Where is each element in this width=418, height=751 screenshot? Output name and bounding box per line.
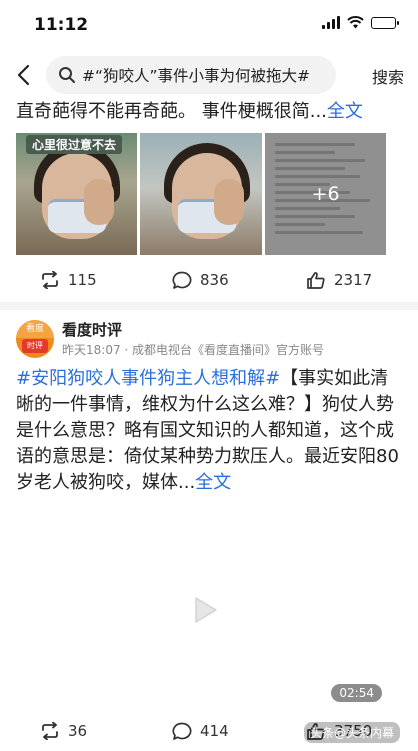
expand-link[interactable]: 全文 (195, 472, 231, 493)
like-button[interactable]: 2317 (306, 271, 372, 290)
post-divider (0, 302, 418, 310)
post-actions: 115 836 2317 (0, 265, 418, 295)
repost-icon (42, 722, 58, 740)
search-icon (59, 67, 75, 83)
status-icons (322, 16, 399, 29)
repost-button[interactable]: 36 (40, 722, 87, 740)
image-gallery: 心里很过意不去 +6 (16, 133, 386, 255)
comment-icon (172, 271, 192, 289)
repost-button[interactable]: 115 (40, 271, 97, 289)
image-caption: 心里很过意不去 (26, 135, 123, 154)
thumbnail-image[interactable]: 心里很过意不去 (16, 133, 138, 255)
wifi-icon (347, 16, 364, 29)
signal-icon (322, 16, 340, 29)
repost-count: 115 (68, 271, 97, 289)
more-images-overlay: +6 (264, 133, 386, 255)
repost-icon (42, 271, 58, 289)
battery-icon (371, 16, 399, 29)
expand-link[interactable]: 全文 (327, 101, 363, 122)
repost-count: 36 (68, 722, 88, 740)
watermark: 头条@头条内幕 (303, 722, 400, 743)
avatar[interactable]: 看度 时评 (16, 320, 54, 358)
thumbnail-image[interactable]: +6 (264, 133, 386, 255)
video-player[interactable]: 02:54 (16, 510, 386, 706)
post-text: #安阳狗咬人事件狗主人想和解#【事实如此清晰的一件事情，维权为什么这么难？】狗仗… (16, 366, 400, 496)
thumbs-up-icon (307, 271, 325, 289)
comment-icon (172, 722, 192, 740)
status-bar: 11:12 (0, 0, 418, 46)
video-duration: 02:54 (331, 684, 382, 702)
search-input[interactable]: #“狗咬人”事件小事为何被拖大# (46, 56, 336, 94)
author-meta: 昨天18:07 · 成都电视台《看度直播间》官方账号 (62, 343, 325, 357)
play-icon[interactable] (184, 590, 224, 630)
comment-button[interactable]: 836 (172, 271, 229, 290)
back-button[interactable] (8, 58, 38, 92)
like-count: 2317 (334, 271, 373, 289)
post-text: 直奇葩得不能再奇葩。 事件梗概很简...全文 (16, 99, 406, 125)
status-time: 11:12 (34, 15, 89, 35)
search-header: #“狗咬人”事件小事为何被拖大# 搜索 (0, 52, 418, 98)
comment-count: 836 (200, 271, 229, 289)
author-name[interactable]: 看度时评 (62, 319, 122, 340)
post-body: 直奇葩得不能再奇葩。 事件梗概很简... (16, 101, 327, 122)
chevron-left-icon (17, 64, 30, 86)
search-query: #“狗咬人”事件小事为何被拖大# (82, 67, 311, 85)
search-button[interactable]: 搜索 (372, 64, 404, 88)
comment-button[interactable]: 414 (172, 722, 229, 741)
thumbnail-image[interactable] (140, 133, 262, 255)
hashtag-link[interactable]: #安阳狗咬人事件狗主人想和解# (16, 368, 280, 389)
comment-count: 414 (200, 722, 229, 740)
